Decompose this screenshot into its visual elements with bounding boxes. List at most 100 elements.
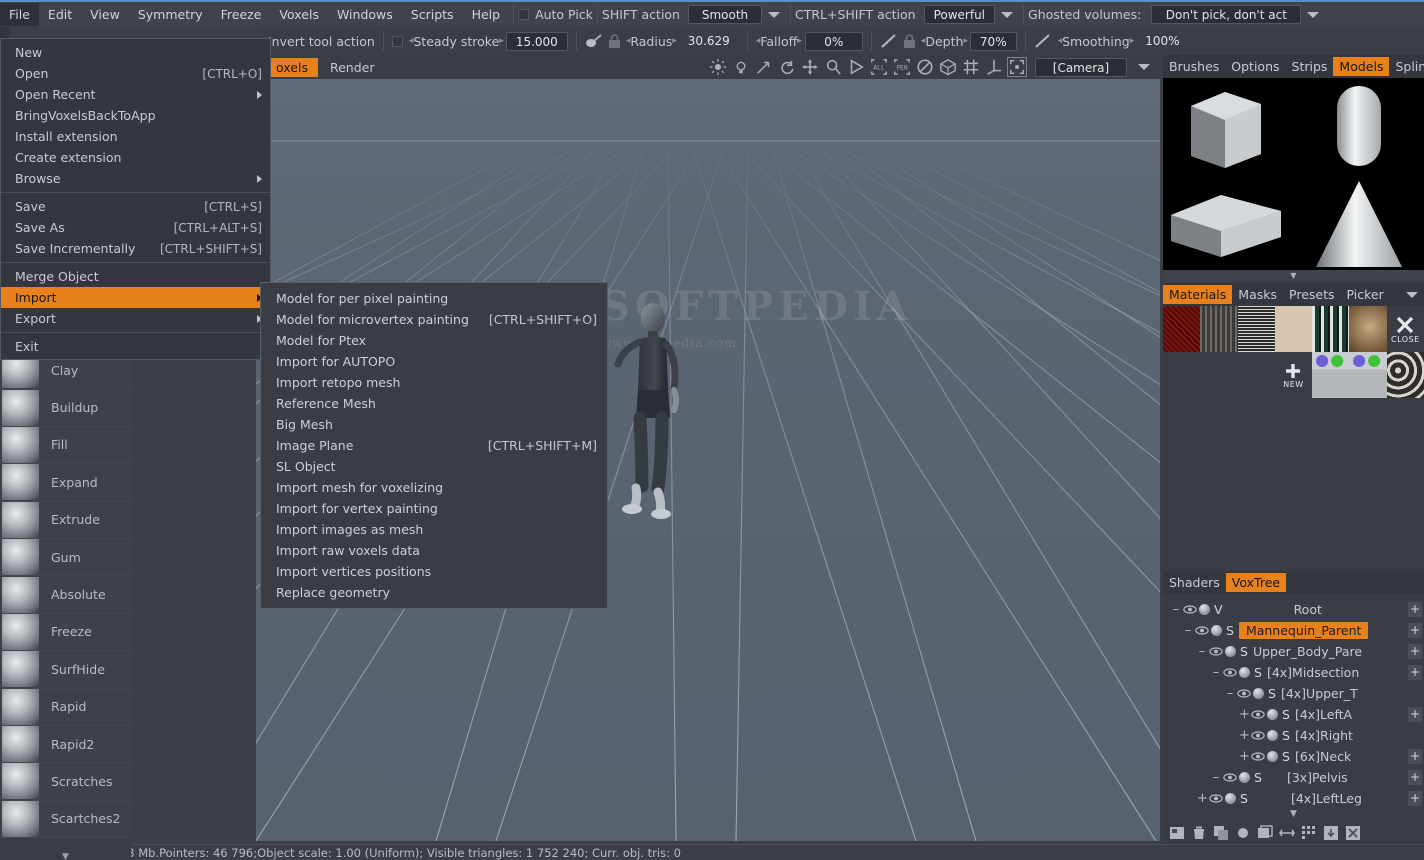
tool-item-gum[interactable]: Gum xyxy=(0,538,131,577)
tree-label[interactable]: [4x]Upper_T xyxy=(1281,686,1358,701)
sun-icon[interactable] xyxy=(709,58,727,76)
tree-row[interactable]: – S Upper_Body_Pare + xyxy=(1163,641,1424,662)
tab-shaders[interactable]: Shaders xyxy=(1163,573,1226,592)
eye-icon[interactable] xyxy=(1223,772,1237,783)
tab-picker[interactable]: Picker xyxy=(1341,285,1390,304)
swatch-wood[interactable] xyxy=(1349,306,1387,352)
add-child-button[interactable]: + xyxy=(1408,665,1422,680)
menu-voxels[interactable]: Voxels xyxy=(270,3,328,26)
shader-sphere-icon[interactable] xyxy=(1199,604,1210,615)
submenuitem-model-for-per-pixel-painting[interactable]: Model for per pixel painting xyxy=(261,288,607,309)
eye-icon[interactable] xyxy=(1223,667,1237,678)
smoothing-value[interactable]: 100% xyxy=(1136,32,1188,51)
shader-sphere-icon[interactable] xyxy=(1267,730,1278,741)
delete-icon[interactable] xyxy=(1191,825,1207,841)
chevron-down-icon[interactable] xyxy=(1001,11,1014,18)
submenuitem-import-retopo-mesh[interactable]: Import retopo mesh xyxy=(261,372,607,393)
zoom-icon[interactable] xyxy=(824,58,842,76)
menu-edit[interactable]: Edit xyxy=(39,3,81,26)
tool-item-buildup[interactable]: Buildup xyxy=(0,389,131,427)
tree-row[interactable]: + S [4x]LeftA + xyxy=(1163,704,1424,725)
mannequin-model[interactable] xyxy=(612,298,692,528)
menuitem-save-incrementally[interactable]: Save Incrementally [CTRL+SHIFT+S] xyxy=(1,238,270,259)
submenuitem-big-mesh[interactable]: Big Mesh xyxy=(261,414,607,435)
eye-icon[interactable] xyxy=(1251,730,1265,741)
import-submenu[interactable]: Model for per pixel painting Model for m… xyxy=(260,282,608,609)
expand-toggle[interactable]: + xyxy=(1197,791,1208,806)
eye-icon[interactable] xyxy=(1237,688,1251,699)
shader-sphere-icon[interactable] xyxy=(1239,667,1250,678)
add-child-button[interactable]: + xyxy=(1408,770,1422,785)
model-thumb-cube[interactable] xyxy=(1163,78,1293,174)
tab-voxels[interactable]: oxels xyxy=(266,57,318,77)
steady-stroke-value[interactable]: 15.000 xyxy=(505,31,568,51)
steady-stroke-checkbox[interactable] xyxy=(391,35,403,47)
lock-icon[interactable] xyxy=(903,33,916,49)
increment-arrow-icon[interactable]: ▸ xyxy=(672,36,677,46)
collapse-toggle[interactable]: – xyxy=(1197,644,1207,659)
rotate-icon[interactable] xyxy=(778,58,796,76)
menuitem-import[interactable]: Import xyxy=(1,287,270,308)
tool-item-rapid2[interactable]: Rapid2 xyxy=(0,725,131,764)
menu-scripts[interactable]: Scripts xyxy=(402,3,463,26)
tree-label[interactable]: [4x]Midsection xyxy=(1267,665,1359,680)
tree-row[interactable]: + S [4x]Right xyxy=(1163,725,1424,746)
submenuitem-model-for-ptex[interactable]: Model for Ptex xyxy=(261,330,607,351)
menu-freeze[interactable]: Freeze xyxy=(212,3,271,26)
menuitem-open[interactable]: Open [CTRL+O] xyxy=(1,63,270,84)
submenuitem-import-mesh-for-voxelizing[interactable]: Import mesh for voxelizing xyxy=(261,477,607,498)
submenuitem-sl-object[interactable]: SL Object xyxy=(261,456,607,477)
submenuitem-import-images-as-mesh[interactable]: Import images as mesh xyxy=(261,519,607,540)
collapse-toggle[interactable]: – xyxy=(1171,602,1181,617)
all-frame-icon[interactable]: ALL xyxy=(870,58,888,76)
shader-sphere-icon[interactable] xyxy=(1225,646,1236,657)
menuitem-browse[interactable]: Browse xyxy=(1,168,270,189)
tree-label[interactable]: [4x]LeftA xyxy=(1295,707,1352,722)
pen-frame-icon[interactable]: PEN xyxy=(893,58,911,76)
menuitem-merge-object[interactable]: Merge Object xyxy=(1,266,270,287)
tab-voxtree[interactable]: VoxTree xyxy=(1225,573,1287,592)
save-icon[interactable] xyxy=(1323,825,1339,841)
shader-sphere-icon[interactable] xyxy=(1267,751,1278,762)
submenuitem-reference-mesh[interactable]: Reference Mesh xyxy=(261,393,607,414)
tool-item-extrude[interactable]: Extrude xyxy=(0,501,131,539)
add-child-button[interactable]: + xyxy=(1408,791,1422,806)
eye-icon[interactable] xyxy=(1209,793,1223,804)
chevron-down-icon[interactable] xyxy=(1138,64,1150,70)
increment-arrow-icon[interactable]: ▸ xyxy=(1130,36,1135,46)
submenuitem-import-for-vertex-painting[interactable]: Import for vertex painting xyxy=(261,498,607,519)
chevron-down-icon[interactable] xyxy=(1406,291,1418,298)
collapse-toggle[interactable]: – xyxy=(1211,770,1221,785)
menuitem-save-as[interactable]: Save As [CTRL+ALT+S] xyxy=(1,217,270,238)
submenuitem-image-plane[interactable]: Image Plane [CTRL+SHIFT+M] xyxy=(261,435,607,456)
smoothing-curve-icon[interactable] xyxy=(1034,33,1052,49)
submenuitem-model-for-microvertex-painting[interactable]: Model for microvertex painting [CTRL+SHI… xyxy=(261,309,607,330)
collapse-toggle[interactable]: – xyxy=(1183,623,1193,638)
tree-row[interactable]: – V Root + xyxy=(1163,599,1424,620)
grid-icon[interactable] xyxy=(962,58,980,76)
models-scroll-down[interactable]: ▼ xyxy=(1163,270,1424,281)
eye-icon[interactable] xyxy=(1195,625,1209,636)
swatch-gray-weave[interactable] xyxy=(1200,306,1238,352)
chevron-down-icon[interactable] xyxy=(1307,11,1320,18)
depth-curve-icon[interactable] xyxy=(880,33,898,49)
shader-sphere-icon[interactable] xyxy=(1267,709,1278,720)
close-materials-button[interactable]: CLOSE xyxy=(1386,306,1424,352)
submenuitem-replace-geometry[interactable]: Replace geometry xyxy=(261,582,607,603)
new-layer-icon[interactable] xyxy=(1169,825,1185,841)
fit-view-icon[interactable] xyxy=(1007,57,1027,77)
invert-tool-action-label[interactable]: Invert tool action xyxy=(268,34,375,49)
menuitem-new[interactable]: New xyxy=(1,42,270,63)
auto-pick-checkbox[interactable] xyxy=(518,9,530,20)
tool-item-rapid[interactable]: Rapid xyxy=(0,688,131,726)
tab-models[interactable]: Models xyxy=(1333,57,1390,76)
tool-item-expand[interactable]: Expand xyxy=(0,464,131,502)
tab-presets[interactable]: Presets xyxy=(1283,285,1341,304)
tool-item-freeze[interactable]: Freeze xyxy=(0,613,131,652)
brush-icon[interactable] xyxy=(585,33,603,49)
light-bulb-icon[interactable] xyxy=(732,58,750,76)
menu-symmetry[interactable]: Symmetry xyxy=(129,3,212,26)
expand-toggle[interactable]: + xyxy=(1239,707,1250,722)
eye-icon[interactable] xyxy=(1183,604,1197,615)
tool-list-scroll-down[interactable]: ▼ xyxy=(0,852,131,860)
